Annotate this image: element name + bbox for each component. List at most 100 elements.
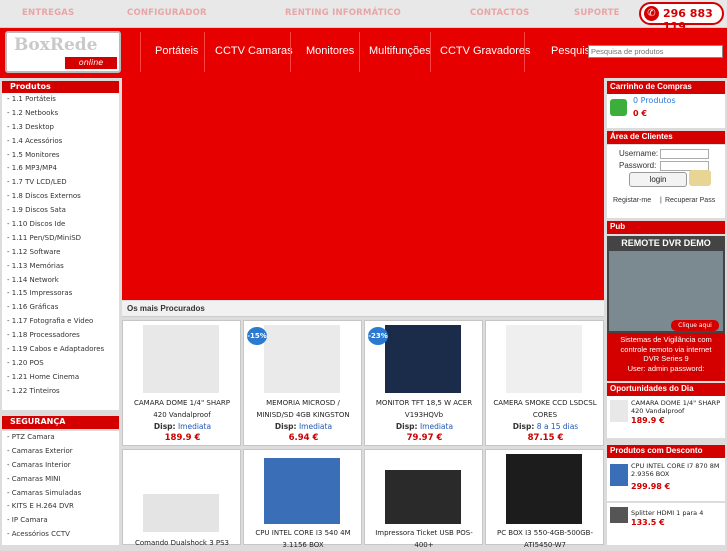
- clients-title: Área de Clientes: [610, 132, 673, 141]
- security-item[interactable]: - KITS E H.264 DVR: [2, 500, 119, 514]
- category-item[interactable]: - 1.14 Network: [2, 274, 119, 288]
- offer-image[interactable]: [610, 400, 628, 422]
- discount-image[interactable]: [610, 507, 628, 523]
- category-item[interactable]: - 1.4 Acessórios: [2, 135, 119, 149]
- remote-dvr-demo-ad[interactable]: REMOTE DVR DEMO Clique aqui Sistemas de …: [607, 236, 725, 381]
- product-card[interactable]: -23% MONITOR TFT 18,5 W ACER V193HQVb Di…: [364, 320, 483, 446]
- login-button[interactable]: login: [629, 172, 687, 187]
- product-price: 87.15 €: [527, 433, 564, 443]
- banner-slider[interactable]: [122, 78, 604, 300]
- product-card[interactable]: -15% MEMORIA MICROSD / MINISD/SD 4GB KIN…: [243, 320, 362, 446]
- recover-password-link[interactable]: Recuperar Pass: [665, 197, 715, 204]
- availability-label: Disp:: [512, 422, 535, 431]
- discounts-title: Produtos com Desconto: [610, 446, 703, 455]
- category-item[interactable]: - 1.18 Processadores: [2, 329, 119, 343]
- product-image[interactable]: [264, 325, 340, 393]
- click-here-button[interactable]: Clique aqui: [671, 320, 719, 331]
- discount-badge: -23%: [368, 327, 388, 345]
- category-item[interactable]: - 1.20 POS: [2, 357, 119, 371]
- category-item[interactable]: - 1.13 Memórias: [2, 260, 119, 274]
- offer-item[interactable]: CAMARA DOME 1/4" SHARP 420 Vandalproof 1…: [607, 396, 725, 438]
- product-name[interactable]: Comando Dualshock 3 PS3: [127, 537, 237, 549]
- register-link[interactable]: Registar-me: [613, 197, 651, 204]
- discount-name[interactable]: CPU INTEL CORE I7 870 8M 2.9356 BOX: [631, 462, 723, 478]
- contactos-link[interactable]: CONTACTOS: [470, 8, 529, 18]
- cart-items[interactable]: 0 Produtos: [633, 96, 676, 105]
- offers-heading: Oportunidades do Dia: [607, 383, 725, 396]
- category-item[interactable]: - 1.9 Discos Sata: [2, 204, 119, 218]
- category-item[interactable]: - 1.8 Discos Externos: [2, 190, 119, 204]
- product-image[interactable]: [264, 458, 340, 524]
- category-item[interactable]: - 1.21 Home Cinema: [2, 371, 119, 385]
- logo[interactable]: BoxRede online: [5, 31, 121, 73]
- cart-total: 0 €: [633, 109, 647, 118]
- security-item[interactable]: - Camaras Interior: [2, 459, 119, 473]
- entregas-link[interactable]: ENTREGAS: [22, 8, 74, 18]
- availability-value: Imediata: [419, 422, 454, 431]
- category-item[interactable]: - 1.1 Portáteis: [2, 93, 119, 107]
- security-item[interactable]: - Camaras MINI: [2, 473, 119, 487]
- category-item[interactable]: - 1.17 Fotografia e Video: [2, 315, 119, 329]
- category-item[interactable]: - 1.6 MP3/MP4: [2, 162, 119, 176]
- search-input[interactable]: [588, 45, 723, 58]
- security-item[interactable]: - PTZ Camara: [2, 431, 119, 445]
- product-name[interactable]: CAMARA DOME 1/4" SHARP 420 Vandalproof: [127, 397, 237, 421]
- availability-value: Imediata: [177, 422, 212, 431]
- security-item[interactable]: - IP Camara: [2, 514, 119, 528]
- menu-divider: [290, 32, 291, 72]
- product-card[interactable]: Impressora Ticket USB POS-400+: [364, 449, 483, 549]
- discount-item[interactable]: Splitter HDMI 1 para 4 133.5 €: [607, 503, 725, 545]
- menu-multifuncoes[interactable]: Multifunções: [369, 45, 431, 57]
- category-item[interactable]: - 1.10 Discos Ide: [2, 218, 119, 232]
- category-item[interactable]: - 1.12 Software: [2, 246, 119, 260]
- security-item[interactable]: - Camaras Simuladas: [2, 487, 119, 501]
- product-image[interactable]: [385, 325, 461, 393]
- product-availability: Disp: Imediata: [244, 422, 363, 431]
- product-image[interactable]: [506, 325, 582, 393]
- category-item[interactable]: - 1.15 Impressoras: [2, 287, 119, 301]
- category-item[interactable]: - 1.7 TV LCD/LED: [2, 176, 119, 190]
- product-name[interactable]: CAMERA SMOKE CCD LSDCSL CORES: [490, 397, 600, 421]
- product-image[interactable]: [506, 454, 582, 524]
- security-item[interactable]: - Acessórios CCTV: [2, 528, 119, 542]
- cart-title: Carrinho de Compras: [610, 82, 692, 91]
- menu-portateis[interactable]: Portáteis: [155, 45, 198, 57]
- product-image[interactable]: [143, 494, 219, 532]
- product-card[interactable]: Comando Dualshock 3 PS3: [122, 449, 241, 547]
- menu-cctv-gravadores[interactable]: CCTV Gravadores: [440, 45, 530, 57]
- category-item[interactable]: - 1.3 Desktop: [2, 121, 119, 135]
- category-item[interactable]: - 1.16 Gráficas: [2, 301, 119, 315]
- product-image[interactable]: [385, 470, 461, 524]
- renting-link[interactable]: RENTING INFORMÁTICO: [285, 8, 401, 18]
- product-card[interactable]: CAMERA SMOKE CCD LSDCSL CORES Disp: 8 a …: [485, 320, 604, 446]
- product-card[interactable]: CAMARA DOME 1/4" SHARP 420 Vandalproof D…: [122, 320, 241, 446]
- product-name[interactable]: MEMORIA MICROSD / MINISD/SD 4GB KINGSTON: [248, 397, 358, 421]
- demo-line: Sistemas de Vigilância com: [620, 335, 712, 344]
- discount-price: 133.5 €: [631, 518, 665, 527]
- category-item[interactable]: - 1.22 Tinteiros: [2, 385, 119, 399]
- cart-icon[interactable]: [610, 99, 627, 116]
- product-name[interactable]: PC BOX I3 550-4GB-500GB-ATI5450-W7: [490, 527, 600, 551]
- product-card[interactable]: PC BOX I3 550-4GB-500GB-ATI5450-W7: [485, 449, 604, 549]
- discount-image[interactable]: [610, 464, 628, 486]
- security-category-list: - PTZ Camara - Camaras Exterior - Camara…: [2, 431, 119, 545]
- product-card[interactable]: CPU INTEL CORE I3 540 4M 3.1156 BOX: [243, 449, 362, 549]
- product-name[interactable]: CPU INTEL CORE I3 540 4M 3.1156 BOX: [248, 527, 358, 551]
- offer-name[interactable]: CAMARA DOME 1/4" SHARP 420 Vandalproof: [631, 399, 723, 415]
- category-item[interactable]: - 1.2 Netbooks: [2, 107, 119, 121]
- configurador-link[interactable]: CONFIGURADOR: [127, 8, 207, 18]
- category-item[interactable]: - 1.19 Cabos e Adaptadores: [2, 343, 119, 357]
- product-name[interactable]: MONITOR TFT 18,5 W ACER V193HQVb: [369, 397, 479, 421]
- category-item[interactable]: - 1.5 Monitores: [2, 149, 119, 163]
- username-input[interactable]: [660, 149, 709, 159]
- security-item[interactable]: - Camaras Exterior: [2, 445, 119, 459]
- menu-cctv-camaras[interactable]: CCTV Camaras: [215, 45, 293, 57]
- product-price: 6.94 €: [288, 433, 319, 443]
- product-name[interactable]: Impressora Ticket USB POS-400+: [369, 527, 479, 551]
- discount-name[interactable]: Splitter HDMI 1 para 4: [631, 509, 723, 517]
- menu-monitores[interactable]: Monitores: [306, 45, 354, 57]
- discount-item[interactable]: CPU INTEL CORE I7 870 8M 2.9356 BOX 299.…: [607, 458, 725, 501]
- product-image[interactable]: [143, 325, 219, 393]
- category-item[interactable]: - 1.11 Pen/SD/MiniSD: [2, 232, 119, 246]
- suporte-link[interactable]: SUPORTE: [574, 8, 620, 18]
